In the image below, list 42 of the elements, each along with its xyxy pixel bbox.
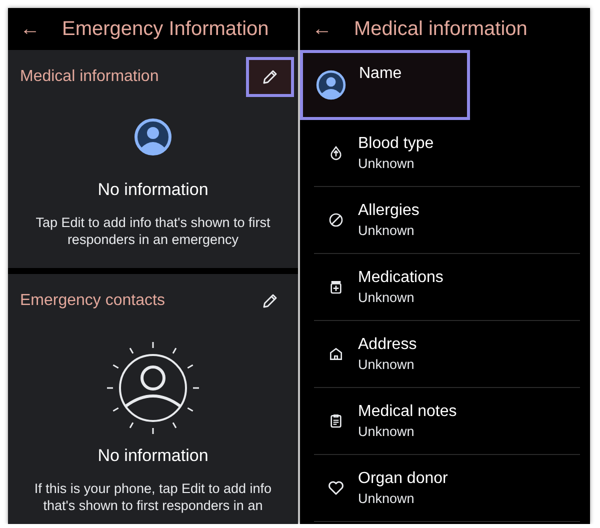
- list-item[interactable]: Medications Unknown: [314, 254, 580, 321]
- edit-button[interactable]: [246, 57, 294, 97]
- section-title: Medical information: [20, 68, 159, 86]
- person-avatar-icon: [316, 70, 346, 100]
- no-entry-icon: [328, 212, 344, 228]
- empty-title: No information: [98, 446, 208, 466]
- person-icon: [105, 340, 201, 436]
- section-title: Emergency contacts: [20, 292, 165, 310]
- clipboard-icon: [328, 413, 344, 429]
- list-item[interactable]: Blood type Unknown: [314, 120, 580, 187]
- list-item[interactable]: Allergies Unknown: [314, 187, 580, 254]
- item-label: Medical notes: [358, 403, 457, 421]
- item-label: Name: [359, 65, 402, 83]
- list-item[interactable]: Address Unknown: [314, 321, 580, 388]
- empty-description: If this is your phone, tap Edit to add info that's shown to first responders in an: [33, 480, 273, 514]
- person-avatar-icon: [134, 118, 172, 156]
- back-button[interactable]: ←: [312, 18, 332, 40]
- drop-icon: [328, 145, 344, 161]
- item-value: Unknown: [358, 290, 416, 305]
- item-value: Unknown: [358, 156, 416, 171]
- screen-title: Medical information: [354, 18, 528, 40]
- heart-icon: [327, 479, 345, 497]
- screen-title: Emergency Information: [62, 18, 269, 40]
- item-label: Organ donor: [358, 470, 448, 488]
- list-item[interactable]: Organ donor Unknown: [314, 455, 580, 522]
- item-value: Unknown: [358, 491, 416, 506]
- item-label: Blood type: [358, 135, 434, 153]
- pencil-icon: [261, 292, 279, 310]
- back-button[interactable]: ←: [20, 18, 40, 40]
- pencil-icon: [261, 68, 279, 86]
- home-icon: [328, 346, 344, 362]
- item-label: Allergies: [358, 202, 420, 220]
- empty-description: Tap Edit to add info that's shown to first responders in an emergency: [34, 214, 272, 248]
- item-value: Unknown: [358, 424, 416, 439]
- item-label: Medications: [358, 269, 444, 287]
- empty-title: No information: [98, 180, 208, 200]
- item-value: Unknown: [358, 357, 416, 372]
- list-item[interactable]: Medical notes Unknown: [314, 388, 580, 455]
- pill-bottle-icon: [328, 279, 344, 295]
- list-item[interactable]: Name: [300, 50, 470, 120]
- item-value: Unknown: [358, 223, 416, 238]
- item-label: Address: [358, 336, 417, 354]
